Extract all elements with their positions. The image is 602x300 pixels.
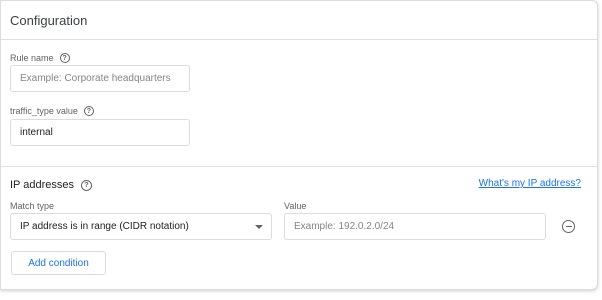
rule-name-label: Rule name <box>10 53 54 63</box>
value-label-row: Value <box>284 201 306 211</box>
help-icon[interactable]: ? <box>59 53 70 63</box>
match-type-select[interactable]: IP address is in range (CIDR notation) <box>10 213 272 240</box>
section-divider <box>1 166 597 167</box>
match-type-label: Match type <box>10 201 55 211</box>
card-header: Configuration <box>1 1 597 40</box>
traffic-type-value: internal <box>20 127 53 138</box>
ip-value-placeholder: Example: 192.0.2.0/24 <box>294 221 395 232</box>
help-icon[interactable]: ? <box>83 106 94 116</box>
value-label: Value <box>284 201 307 211</box>
remove-circle-icon[interactable] <box>562 220 575 233</box>
ip-value-input[interactable]: Example: 192.0.2.0/24 <box>284 213 546 240</box>
configuration-card: Configuration Rule name ? Example: Corpo… <box>0 0 598 290</box>
ip-addresses-title: IP addresses <box>10 179 75 191</box>
rule-name-label-row: Rule name ? <box>10 53 70 63</box>
add-condition-button[interactable]: Add condition <box>11 251 106 275</box>
rule-name-input[interactable]: Example: Corporate headquarters <box>10 65 190 92</box>
dropdown-arrow-icon <box>255 224 263 229</box>
whats-my-ip-link[interactable]: What's my IP address? <box>479 178 581 189</box>
traffic-type-input[interactable]: internal <box>10 119 190 146</box>
match-type-selected: IP address is in range (CIDR notation) <box>20 221 189 232</box>
match-type-label-row: Match type <box>10 201 54 211</box>
rule-name-placeholder: Example: Corporate headquarters <box>20 73 171 84</box>
ip-addresses-heading: IP addresses ? <box>10 179 93 191</box>
minus-bar <box>565 225 572 228</box>
traffic-type-label-row: traffic_type value ? <box>10 106 94 116</box>
card-title: Configuration <box>10 13 88 28</box>
traffic-type-label: traffic_type value <box>10 106 78 116</box>
add-condition-label: Add condition <box>28 257 89 269</box>
help-icon[interactable]: ? <box>81 179 93 191</box>
